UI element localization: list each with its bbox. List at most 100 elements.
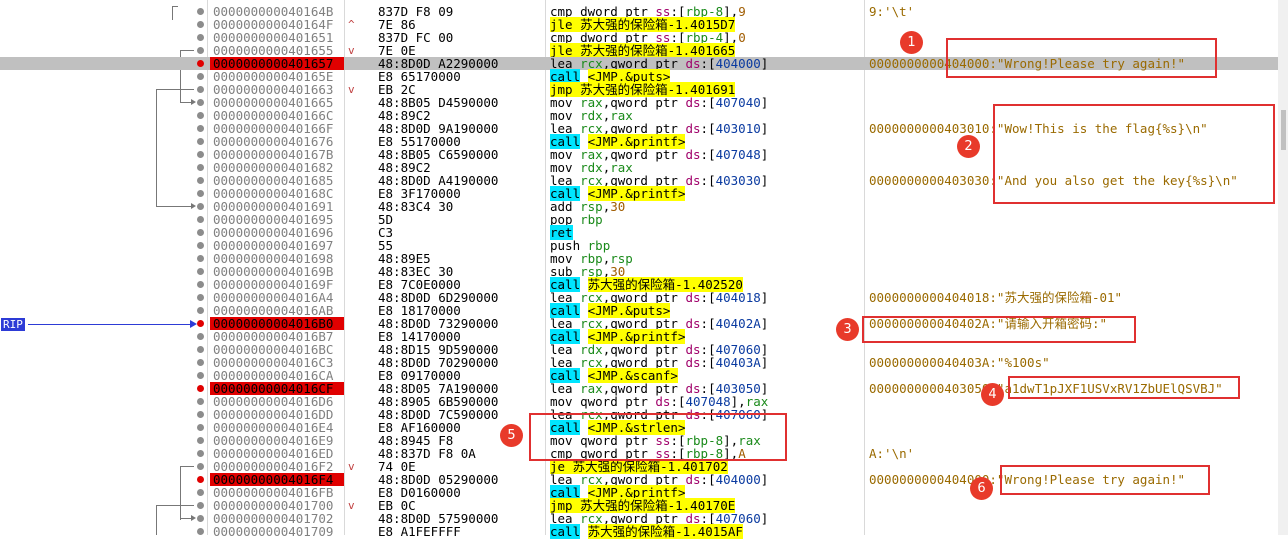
instruction-token: 404000 <box>715 472 761 487</box>
breakpoint-slot-icon[interactable] <box>197 203 204 210</box>
disasm-row[interactable]: 0000000000401698 48:89E5 mov rbp,rsp <box>0 252 1278 265</box>
breakpoint-icon[interactable] <box>197 385 204 392</box>
instruction-token: :[ <box>700 121 716 136</box>
breakpoint-slot-icon[interactable] <box>197 73 204 80</box>
instruction-token: ] <box>760 316 769 331</box>
comment-cell[interactable]: 000000000040403A:"%100s" <box>869 356 1050 369</box>
breakpoint-slot-icon[interactable] <box>197 502 204 509</box>
instruction-token: ds <box>685 173 701 188</box>
breakpoint-slot-icon[interactable] <box>197 99 204 106</box>
annotation-box-1 <box>946 38 1217 78</box>
scrollbar-thumb[interactable] <box>1281 110 1286 150</box>
annotation-badge-6: 6 <box>970 477 993 500</box>
instruction-cell[interactable]: call 苏大强的保险箱-1.4015AF <box>550 524 743 539</box>
instruction-token: ] <box>760 56 769 71</box>
jump-direction-icon: ^ <box>348 18 355 31</box>
breakpoint-slot-icon[interactable] <box>197 21 204 28</box>
breakpoint-slot-icon[interactable] <box>197 372 204 379</box>
breakpoint-icon[interactable] <box>197 60 204 67</box>
disasm-row[interactable]: 0000000000401697 55 push rbp <box>0 239 1278 252</box>
breakpoint-icon[interactable] <box>197 320 204 327</box>
disasm-row[interactable]: 0000000000401696 C3 ret <box>0 225 1278 240</box>
breakpoint-slot-icon[interactable] <box>197 138 204 145</box>
breakpoint-slot-icon[interactable] <box>197 346 204 353</box>
instruction-token: 30 <box>610 199 626 214</box>
instruction-token <box>580 524 588 539</box>
annotation-badge-2: 2 <box>957 135 980 158</box>
instruction-token: ds <box>685 355 701 370</box>
instruction-token: ] <box>760 173 769 188</box>
breakpoint-slot-icon[interactable] <box>197 177 204 184</box>
instruction-token: 苏大强的保险箱-1.4015AF <box>587 524 743 539</box>
breakpoint-slot-icon[interactable] <box>197 411 204 418</box>
jump-direction-icon: v <box>348 460 355 473</box>
annotation-box-5 <box>529 413 787 461</box>
annotation-box-3 <box>862 316 1136 343</box>
breakpoint-slot-icon[interactable] <box>197 281 204 288</box>
breakpoint-slot-icon[interactable] <box>197 151 204 158</box>
comment-cell[interactable]: A:'\n' <box>869 447 914 460</box>
breakpoint-slot-icon[interactable] <box>197 34 204 41</box>
breakpoint-slot-icon[interactable] <box>197 307 204 314</box>
instruction-token: :[ <box>700 472 716 487</box>
instruction-token: 404018 <box>715 290 761 305</box>
annotation-badge-4: 4 <box>981 383 1004 406</box>
instruction-token: :[ <box>700 316 716 331</box>
annotation-badge-5: 5 <box>500 424 523 447</box>
breakpoint-slot-icon[interactable] <box>197 450 204 457</box>
instruction-token: ] <box>760 147 769 162</box>
instruction-token: ] <box>760 511 769 526</box>
instruction-token: 40402A <box>715 316 761 331</box>
instruction-token: ] <box>760 472 769 487</box>
breakpoint-slot-icon[interactable] <box>197 242 204 249</box>
instruction-token: 403010 <box>715 121 761 136</box>
breakpoint-slot-icon[interactable] <box>197 125 204 132</box>
instruction-token: 403030 <box>715 173 761 188</box>
jump-direction-icon: v <box>348 499 355 512</box>
instruction-token: 404000 <box>715 56 761 71</box>
breakpoint-slot-icon[interactable] <box>197 86 204 93</box>
jump-direction-icon: v <box>348 44 355 57</box>
instruction-token: ds <box>685 472 701 487</box>
instruction-token: ] <box>760 290 769 305</box>
breakpoint-slot-icon[interactable] <box>197 333 204 340</box>
breakpoint-slot-icon[interactable] <box>197 190 204 197</box>
disasm-row[interactable]: 0000000000401709 E8 A1FEFFFF call 苏大强的保险箱-… <box>0 524 1278 539</box>
instruction-token: ds <box>685 95 701 110</box>
breakpoint-slot-icon[interactable] <box>197 8 204 15</box>
breakpoint-slot-icon[interactable] <box>197 528 204 535</box>
instruction-token: :[ <box>700 290 716 305</box>
breakpoint-slot-icon[interactable] <box>197 164 204 171</box>
breakpoint-slot-icon[interactable] <box>197 515 204 522</box>
breakpoint-slot-icon[interactable] <box>197 216 204 223</box>
bytes-cell[interactable]: E8 A1FEFFFF <box>378 525 461 538</box>
instruction-token: :[ <box>700 56 716 71</box>
vertical-scrollbar[interactable] <box>1278 0 1288 535</box>
breakpoint-slot-icon[interactable] <box>197 255 204 262</box>
breakpoint-slot-icon[interactable] <box>197 463 204 470</box>
comment-cell[interactable]: 9:'\t' <box>869 5 914 18</box>
breakpoint-slot-icon[interactable] <box>197 229 204 236</box>
instruction-token: :[ <box>700 173 716 188</box>
breakpoint-slot-icon[interactable] <box>197 47 204 54</box>
breakpoint-icon[interactable] <box>197 476 204 483</box>
address-cell[interactable]: 0000000000401709 <box>210 525 344 538</box>
breakpoint-slot-icon[interactable] <box>197 437 204 444</box>
instruction-token: 407048 <box>715 147 761 162</box>
instruction-token: ds <box>685 147 701 162</box>
breakpoint-slot-icon[interactable] <box>197 489 204 496</box>
breakpoint-slot-icon[interactable] <box>197 294 204 301</box>
instruction-token: :[ <box>700 147 716 162</box>
instruction-token: ds <box>685 121 701 136</box>
instruction-token: ] <box>760 95 769 110</box>
comment-cell[interactable]: 0000000000404018:"苏大强的保险箱-01" <box>869 291 1122 304</box>
breakpoint-slot-icon[interactable] <box>197 359 204 366</box>
instruction-token: 0 <box>738 30 746 45</box>
annotation-box-2 <box>993 104 1275 204</box>
breakpoint-slot-icon[interactable] <box>197 268 204 275</box>
breakpoint-slot-icon[interactable] <box>197 398 204 405</box>
breakpoint-slot-icon[interactable] <box>197 424 204 431</box>
breakpoint-slot-icon[interactable] <box>197 112 204 119</box>
disasm-row[interactable]: 0000000000401695 5D pop rbp <box>0 213 1278 226</box>
instruction-token: 9 <box>738 4 746 19</box>
